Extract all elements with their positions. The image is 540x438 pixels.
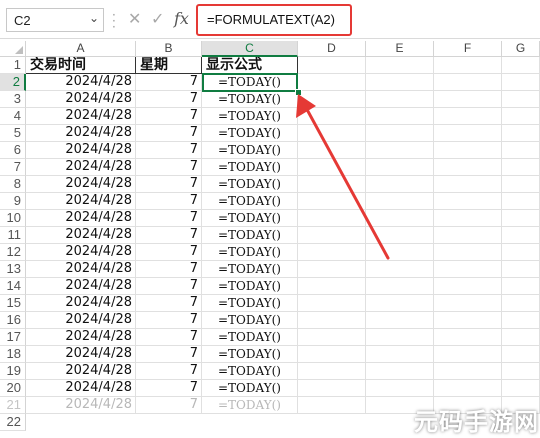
arrow-shaft: [302, 102, 390, 260]
annotation-arrow: [296, 94, 390, 260]
watermark: 元码手游网: [392, 398, 540, 438]
arrow-head: [296, 94, 316, 118]
watermark-text: 元码手游网: [414, 408, 539, 436]
